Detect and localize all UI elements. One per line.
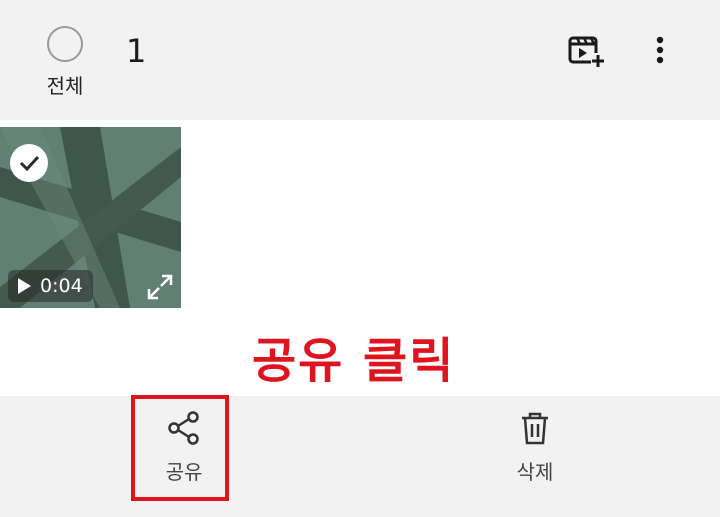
expand-icon[interactable] bbox=[146, 273, 174, 301]
media-grid: 0:04 공유 클릭 bbox=[0, 120, 720, 396]
select-all-toggle[interactable]: 전체 bbox=[36, 26, 94, 99]
delete-button[interactable]: 삭제 bbox=[485, 410, 585, 485]
selected-check-icon[interactable] bbox=[10, 144, 48, 182]
selection-header: 전체 1 bbox=[0, 0, 720, 120]
delete-label: 삭제 bbox=[516, 460, 554, 484]
create-video-button[interactable] bbox=[566, 30, 606, 70]
instruction-annotation: 공유 클릭 bbox=[252, 333, 456, 389]
share-highlight-box bbox=[131, 395, 229, 501]
select-all-label: 전체 bbox=[46, 74, 84, 98]
play-icon bbox=[18, 278, 31, 294]
select-all-checkbox[interactable] bbox=[47, 26, 83, 62]
video-plus-icon bbox=[568, 36, 605, 67]
more-options-button[interactable] bbox=[640, 30, 680, 70]
bottom-action-bar: 공유 삭제 bbox=[0, 396, 720, 517]
video-duration-badge: 0:04 bbox=[8, 270, 93, 302]
trash-icon bbox=[522, 412, 548, 445]
more-vertical-icon bbox=[656, 36, 664, 64]
video-duration: 0:04 bbox=[40, 275, 83, 297]
selected-count: 1 bbox=[126, 32, 147, 70]
video-thumbnail[interactable]: 0:04 bbox=[0, 127, 181, 428]
